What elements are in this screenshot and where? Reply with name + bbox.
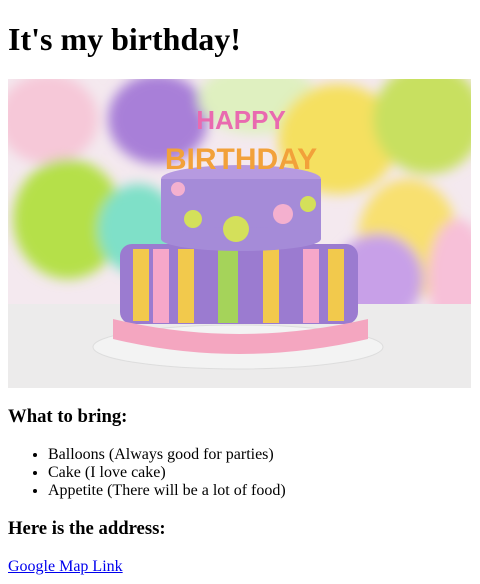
page-title: It's my birthday!: [8, 21, 241, 57]
what-to-bring-heading: What to bring:: [8, 406, 128, 427]
list-item: Appetite (There will be a lot of food): [48, 482, 472, 500]
svg-text:HAPPY: HAPPY: [196, 105, 286, 135]
birthday-cake-image: HAPPY BIRTHDAY: [8, 79, 471, 388]
svg-text:BIRTHDAY: BIRTHDAY: [165, 143, 317, 176]
google-map-link[interactable]: Google Map Link: [8, 558, 123, 575]
address-heading: Here is the address:: [8, 518, 166, 539]
list-item: Cake (I love cake): [48, 464, 472, 482]
bring-list: Balloons (Always good for parties) Cake …: [8, 446, 472, 500]
list-item: Balloons (Always good for parties): [48, 446, 472, 464]
